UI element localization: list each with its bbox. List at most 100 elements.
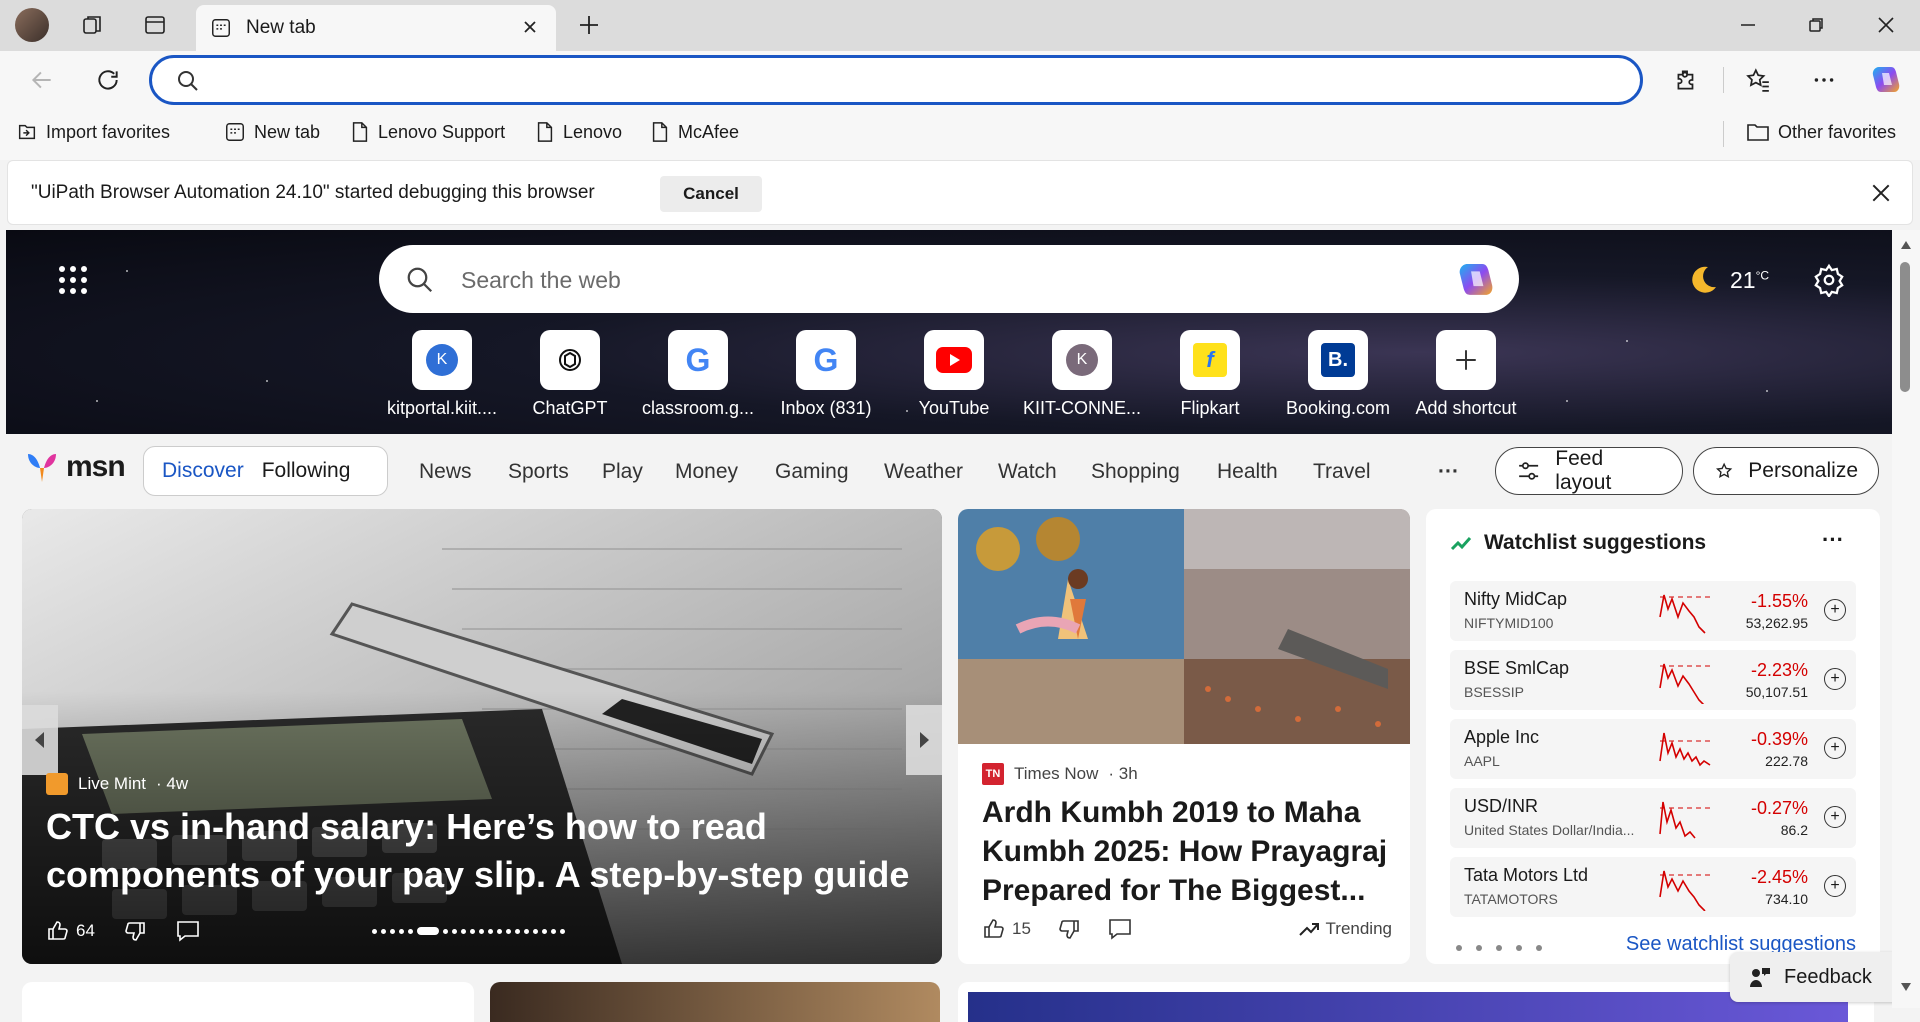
shortcut-chatgpt[interactable]: ChatGPT <box>506 330 634 419</box>
story-card-kumbh[interactable]: TN Times Now · 3h Ardh Kumbh 2019 to Mah… <box>958 509 1410 964</box>
shortcut-kiit-connect[interactable]: K KIIT-CONNE... <box>1018 330 1146 419</box>
minimize-button[interactable] <box>1728 10 1768 40</box>
story-title[interactable]: CTC vs in-hand salary: Here’s how to rea… <box>46 803 926 899</box>
nav-link-gaming[interactable]: Gaming <box>775 460 849 484</box>
close-window-button[interactable] <box>1866 10 1906 40</box>
shortcut-label: classroom.g... <box>641 398 755 418</box>
story-title[interactable]: Ardh Kumbh 2019 to Maha Kumbh 2025: How … <box>982 793 1392 910</box>
watchlist-row[interactable]: BSE SmlCap BSESSIP -2.23% 50,107.51 + <box>1450 650 1856 710</box>
nav-link-sports[interactable]: Sports <box>508 460 569 484</box>
new-tab-button[interactable] <box>574 10 604 40</box>
page-scrollbar[interactable] <box>1892 230 1920 1008</box>
featured-story-card[interactable]: Live Mint · 4w CTC vs in-hand salary: He… <box>22 509 942 964</box>
fav-label: Lenovo Support <box>378 121 506 142</box>
carousel-next-button[interactable] <box>906 705 942 775</box>
ticker-name: Nifty MidCap <box>1464 589 1568 609</box>
address-input[interactable] <box>214 66 1594 94</box>
watchlist-row[interactable]: USD/INR United States Dollar/India... -0… <box>1450 788 1856 848</box>
restore-button[interactable] <box>1796 10 1836 40</box>
msn-logo[interactable]: msn <box>24 450 126 484</box>
refresh-button[interactable] <box>92 64 124 96</box>
carousel-prev-button[interactable] <box>22 705 58 775</box>
hero-banner: Search the web 21°C K kitportal.kiit....… <box>6 230 1892 434</box>
close-infobar-icon[interactable] <box>1870 182 1892 204</box>
trending-arrow-icon <box>1298 923 1319 936</box>
watchlist-row[interactable]: Apple Inc AAPL -0.39% 222.78 + <box>1450 719 1856 779</box>
feedback-button[interactable]: Feedback <box>1730 952 1914 1002</box>
workspaces-icon[interactable] <box>78 10 108 40</box>
shortcut-booking[interactable]: B. Booking.com <box>1274 330 1402 419</box>
scrollbar-thumb[interactable] <box>1900 262 1910 392</box>
shortcut-inbox[interactable]: G Inbox (831) <box>762 330 890 419</box>
sparkline-chart <box>1659 801 1710 839</box>
shortcut-youtube[interactable]: YouTube <box>890 330 1018 419</box>
add-to-watchlist-button[interactable]: + <box>1824 737 1846 759</box>
tab-new-tab[interactable]: New tab <box>196 5 556 51</box>
thumbs-down-icon[interactable] <box>1057 917 1081 941</box>
copilot-icon[interactable] <box>1868 62 1904 98</box>
shortcut-kitportal[interactable]: K kitportal.kiit.... <box>378 330 506 419</box>
thumbs-down-icon[interactable] <box>123 919 147 943</box>
carousel-dots <box>372 927 565 935</box>
shortcut-classroom[interactable]: G classroom.g... <box>634 330 762 419</box>
fav-label: Lenovo <box>563 121 623 142</box>
watchlist-title: Watchlist suggestions <box>1484 531 1707 554</box>
extensions-button[interactable] <box>1670 64 1702 96</box>
tab-following[interactable]: Following <box>262 459 369 483</box>
cancel-button[interactable]: Cancel <box>660 176 762 212</box>
search-icon <box>176 69 200 93</box>
fav-new-tab[interactable]: New tab <box>224 121 320 143</box>
title-bar: New tab <box>0 0 1920 51</box>
watchlist-pager[interactable] <box>1456 945 1542 951</box>
vertical-tabs-icon[interactable] <box>140 10 170 40</box>
fav-import-favorites[interactable]: Import favorites <box>16 121 170 143</box>
nav-link-news[interactable]: News <box>419 460 472 484</box>
profile-avatar[interactable] <box>14 7 50 43</box>
nav-link-money[interactable]: Money <box>675 460 738 484</box>
watchlist-row[interactable]: Tata Motors Ltd TATAMOTORS -2.45% 734.10… <box>1450 857 1856 917</box>
add-to-watchlist-button[interactable]: + <box>1824 599 1846 621</box>
tab-discover[interactable]: Discover <box>144 459 262 483</box>
nav-link-health[interactable]: Health <box>1217 460 1278 484</box>
story-age: · 3h <box>1108 764 1138 783</box>
plus-icon <box>1436 330 1496 390</box>
comment-icon[interactable] <box>1107 917 1133 941</box>
back-button[interactable] <box>26 64 58 96</box>
add-to-watchlist-button[interactable]: + <box>1824 668 1846 690</box>
fav-mcafee[interactable]: McAfee <box>650 121 739 143</box>
nav-link-watch[interactable]: Watch <box>998 460 1057 484</box>
like-button[interactable]: 64 <box>46 919 95 943</box>
favorites-button[interactable] <box>1742 64 1774 96</box>
add-to-watchlist-button[interactable]: + <box>1824 806 1846 828</box>
nav-link-shopping[interactable]: Shopping <box>1091 460 1180 484</box>
fav-lenovo-support[interactable]: Lenovo Support <box>350 121 505 143</box>
more-menu-button[interactable] <box>1808 64 1840 96</box>
gear-icon[interactable] <box>1812 263 1846 297</box>
feed-layout-button[interactable]: Feed layout <box>1495 447 1683 495</box>
nav-link-weather[interactable]: Weather <box>884 460 963 484</box>
weather-widget[interactable]: 21°C <box>1686 263 1769 297</box>
apps-grid-icon[interactable] <box>58 265 88 295</box>
shortcut-flipkart[interactable]: f Flipkart <box>1146 330 1274 419</box>
tab-close-icon[interactable] <box>520 17 540 37</box>
folder-icon <box>1747 124 1769 141</box>
personalize-button[interactable]: Personalize <box>1693 447 1879 495</box>
address-bar[interactable] <box>149 55 1643 105</box>
nav-more-button[interactable]: ··· <box>1438 460 1459 484</box>
watchlist-row[interactable]: Nifty MidCap NIFTYMID100 -1.55% 53,262.9… <box>1450 581 1856 641</box>
nav-link-play[interactable]: Play <box>602 460 643 484</box>
copilot-icon[interactable] <box>1455 259 1497 301</box>
ticker-change: -2.45% <box>1750 867 1808 887</box>
add-to-watchlist-button[interactable]: + <box>1824 875 1846 897</box>
add-shortcut-button[interactable]: Add shortcut <box>1402 330 1530 419</box>
fav-lenovo[interactable]: Lenovo <box>535 121 622 143</box>
like-button[interactable]: 15 <box>982 917 1031 941</box>
comment-icon[interactable] <box>175 919 201 943</box>
shortcut-label: kitportal.kiit.... <box>386 398 498 418</box>
web-search-box[interactable]: Search the web <box>379 245 1519 313</box>
nav-link-travel[interactable]: Travel <box>1313 460 1371 484</box>
watchlist-more-button[interactable]: ··· <box>1822 527 1844 553</box>
fav-other-favorites[interactable]: Other favorites <box>1746 121 1896 143</box>
watchlist-card: Watchlist suggestions ··· Nifty MidCap N… <box>1426 509 1880 964</box>
thumbs-up-icon <box>984 919 1004 938</box>
